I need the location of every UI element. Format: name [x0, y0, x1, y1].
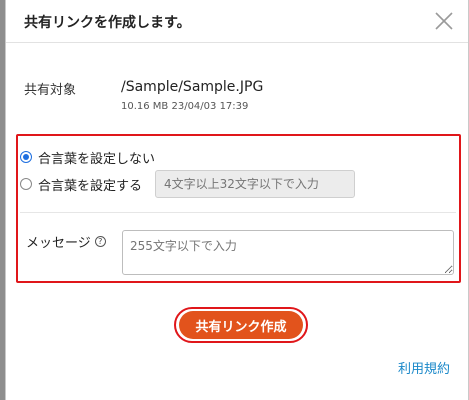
share-target-label: 共有対象 [24, 83, 77, 98]
close-icon[interactable] [434, 11, 454, 31]
section-divider [20, 212, 456, 213]
radio-no-password[interactable]: 合言葉を設定しない [20, 147, 155, 167]
message-textarea[interactable] [122, 230, 454, 275]
radio-set-password[interactable]: 合言葉を設定する [20, 174, 142, 194]
terms-of-use-link[interactable]: 利用規約 [398, 358, 450, 377]
share-target-meta: 10.16 MB 23/04/03 17:39 [121, 101, 249, 112]
radio-no-password-label[interactable]: 合言葉を設定しない [38, 148, 155, 167]
create-share-link-button[interactable]: 共有リンク作成 [179, 311, 303, 339]
dialog-header: 共有リンクを作成します。 [6, 0, 468, 43]
radio-set-password-circle[interactable] [20, 178, 32, 190]
help-icon[interactable]: ? [94, 236, 106, 247]
dialog-title: 共有リンクを作成します。 [24, 15, 191, 31]
message-label-group: メッセージ ? [26, 232, 106, 251]
share-link-dialog: 共有リンクを作成します。 共有対象 /Sample/Sample.JPG 10.… [5, 0, 469, 400]
message-label: メッセージ [26, 236, 91, 251]
radio-set-password-label[interactable]: 合言葉を設定する [38, 175, 142, 194]
radio-no-password-circle[interactable] [20, 151, 32, 163]
password-input[interactable] [155, 170, 355, 198]
share-target-path: /Sample/Sample.JPG [121, 79, 264, 95]
